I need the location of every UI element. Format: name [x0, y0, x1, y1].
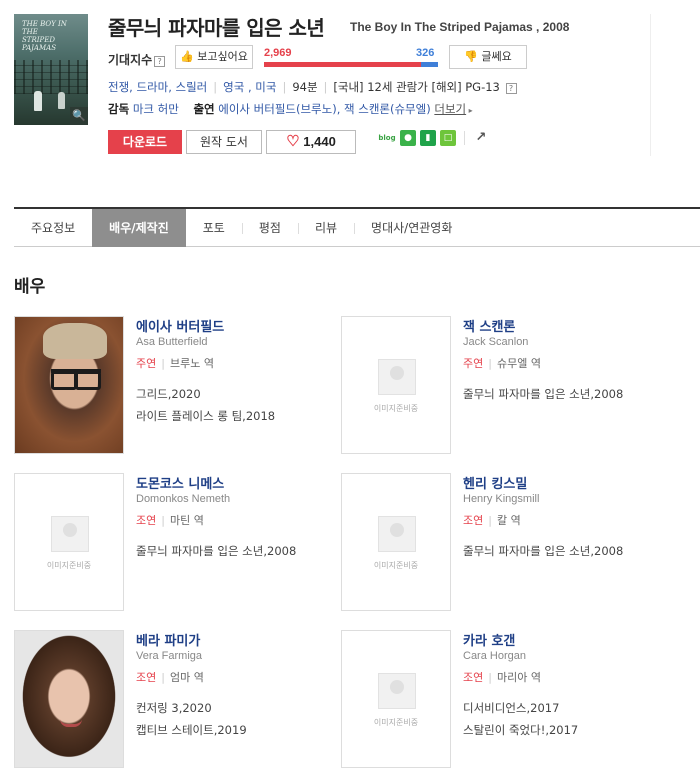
- actor-role: 주연 | 슈무엘 역: [463, 357, 541, 370]
- memo-share-icon[interactable]: □: [440, 130, 456, 146]
- bad-count: 326: [416, 47, 435, 59]
- country-link[interactable]: 영국 , 미국: [223, 80, 276, 94]
- filmography-item[interactable]: 줄무늬 파자마를 입은 소년,2008: [463, 386, 623, 402]
- filmography-item[interactable]: 디서비디언스,2017: [463, 700, 559, 716]
- actor-name[interactable]: 헨리 킹스밀: [463, 473, 527, 492]
- actor-en-name: Henry Kingsmill: [463, 493, 540, 505]
- filmography-item[interactable]: 그리드,2020: [136, 386, 201, 402]
- genre-link[interactable]: 전쟁, 드라마, 스릴러: [108, 80, 207, 94]
- actor-name[interactable]: 베라 파미가: [136, 630, 200, 649]
- cast-card: 이미지준비중 카라 호갠 Cara Horgan 조연 | 마리아 역 디서비디언스…: [341, 630, 681, 770]
- zoom-icon[interactable]: 🔍: [70, 107, 88, 125]
- tab-quotes[interactable]: 명대사/연관영화: [354, 209, 469, 247]
- talk-share-icon[interactable]: ●: [400, 130, 416, 146]
- actor-name[interactable]: 도몬코스 니메스: [136, 473, 224, 492]
- expectation-gauge: [264, 62, 438, 67]
- actor-en-name: Asa Butterfield: [136, 336, 208, 348]
- director-label: 감독: [108, 102, 130, 116]
- movie-title-en: The Boy In The Striped Pajamas , 2008: [350, 20, 570, 34]
- filmography-item[interactable]: 컨저링 3,2020: [136, 700, 212, 716]
- help-icon[interactable]: ?: [505, 83, 517, 94]
- filmography-item[interactable]: 줄무늬 파자마를 입은 소년,2008: [463, 543, 623, 559]
- actor-en-name: Jack Scanlon: [463, 336, 529, 348]
- cast-card: 베라 파미가 Vera Farmiga 조연 | 엄마 역 컨저링 3,2020 캡…: [14, 630, 354, 770]
- tab-review[interactable]: 리뷰: [297, 209, 354, 247]
- cast-card: 이미지준비중 헨리 킹스밀 Henry Kingsmill 조연 | 칼 역 줄무늬…: [341, 473, 681, 613]
- poster-title: THE BOY IN THE STRIPED PAJAMAS: [22, 20, 67, 52]
- cast-card: 이미지준비중 도몬코스 니메스 Domonkos Nemeth 조연 | 마틴 역 …: [14, 473, 354, 613]
- runtime: 94분: [292, 80, 318, 94]
- cast-link[interactable]: 에이사 버터필드(브루노), 잭 스캔론(슈무엘): [218, 102, 430, 116]
- blog-share-icon[interactable]: blog: [378, 130, 396, 146]
- like-count: 1,440: [303, 134, 336, 149]
- actor-name[interactable]: 카라 호갠: [463, 630, 515, 649]
- movie-credits: 감독 마크 허만 출연 에이사 버터필드(브루노), 잭 스캔론(슈무엘) 더보…: [108, 101, 473, 117]
- actor-role: 주연 | 브루노 역: [136, 357, 214, 370]
- heart-icon: ♡: [286, 133, 300, 150]
- expectation-gauge-fill: [264, 62, 421, 67]
- actor-name[interactable]: 잭 스캔론: [463, 316, 515, 335]
- actor-role: 조연 | 엄마 역: [136, 671, 204, 684]
- director-link[interactable]: 마크 허만: [133, 102, 179, 116]
- tab-rating[interactable]: 평점: [241, 209, 298, 247]
- movie-meta: 전쟁, 드라마, 스릴러 | 영국 , 미국 | 94분 | [국내] 12세 관람가 [해…: [108, 79, 517, 95]
- actor-role: 조연 | 마리아 역: [463, 671, 541, 684]
- cast-card: 에이사 버터필드 Asa Butterfield 주연 | 브루노 역 그리드,20…: [14, 316, 354, 456]
- not-sure-button[interactable]: 👎 글쎄요: [449, 45, 527, 69]
- filmography-item[interactable]: 라이트 플레이스 롱 팀,2018: [136, 408, 275, 424]
- actor-role: 조연 | 마틴 역: [136, 514, 204, 527]
- actor-role: 조연 | 칼 역: [463, 514, 521, 527]
- actor-photo-placeholder[interactable]: 이미지준비중: [341, 473, 451, 611]
- actor-photo[interactable]: [14, 630, 124, 768]
- thumbs-up-icon: 👍: [180, 50, 194, 63]
- image-placeholder-icon: [378, 359, 416, 395]
- want-to-see-button[interactable]: 👍 보고싶어요: [175, 45, 253, 69]
- like-button[interactable]: ♡ 1,440: [266, 130, 356, 154]
- original-book-button[interactable]: 원작 도서: [186, 130, 262, 154]
- filmography-item[interactable]: 줄무늬 파자마를 입은 소년,2008: [136, 543, 296, 559]
- actor-en-name: Domonkos Nemeth: [136, 493, 231, 505]
- share-icon[interactable]: ↗: [473, 130, 489, 146]
- want-count: 2,969: [264, 47, 292, 59]
- actor-photo-placeholder[interactable]: 이미지준비중: [341, 316, 451, 454]
- tab-main-info[interactable]: 주요정보: [14, 209, 92, 247]
- actor-photo[interactable]: [14, 316, 124, 454]
- bookmark-share-icon[interactable]: ▮: [420, 130, 436, 146]
- image-placeholder-icon: [378, 673, 416, 709]
- image-placeholder-icon: [378, 516, 416, 552]
- thumbs-down-icon: 👎: [464, 50, 478, 63]
- share-bar: blog ● ▮ □ ↗: [378, 130, 489, 146]
- movie-title: 줄무늬 파자마를 입은 소년: [108, 16, 325, 40]
- more-link[interactable]: 더보기: [434, 102, 466, 116]
- movie-poster[interactable]: THE BOY IN THE STRIPED PAJAMAS 🔍: [14, 14, 88, 125]
- filmography-item[interactable]: 캡티브 스테이트,2019: [136, 722, 247, 738]
- cast-card: 이미지준비중 잭 스캔론 Jack Scanlon 주연 | 슈무엘 역 줄무늬 파…: [341, 316, 681, 456]
- expectation-label: 기대지수?: [108, 51, 166, 68]
- actor-en-name: Cara Horgan: [463, 650, 526, 662]
- tab-cast-crew[interactable]: 배우/제작진: [92, 209, 186, 247]
- filmography-item[interactable]: 스탈린이 죽었다!,2017: [463, 722, 578, 738]
- actor-name[interactable]: 에이사 버터필드: [136, 316, 224, 335]
- age-rating: [국내] 12세 관람가 [해외] PG-13: [333, 80, 500, 94]
- section-title: 배우: [14, 277, 46, 297]
- download-button[interactable]: 다운로드: [108, 130, 182, 154]
- chevron-right-icon: ▸: [466, 106, 473, 115]
- actor-photo-placeholder[interactable]: 이미지준비중: [341, 630, 451, 768]
- actor-en-name: Vera Farmiga: [136, 650, 203, 662]
- tab-photo[interactable]: 포토: [186, 209, 242, 247]
- help-icon[interactable]: ?: [154, 56, 166, 67]
- actor-photo-placeholder[interactable]: 이미지준비중: [14, 473, 124, 611]
- image-placeholder-icon: [51, 516, 89, 552]
- tab-bar: 주요정보 배우/제작진 포토 평점 리뷰 명대사/연관영화: [14, 207, 700, 247]
- cast-label: 출연: [193, 102, 215, 116]
